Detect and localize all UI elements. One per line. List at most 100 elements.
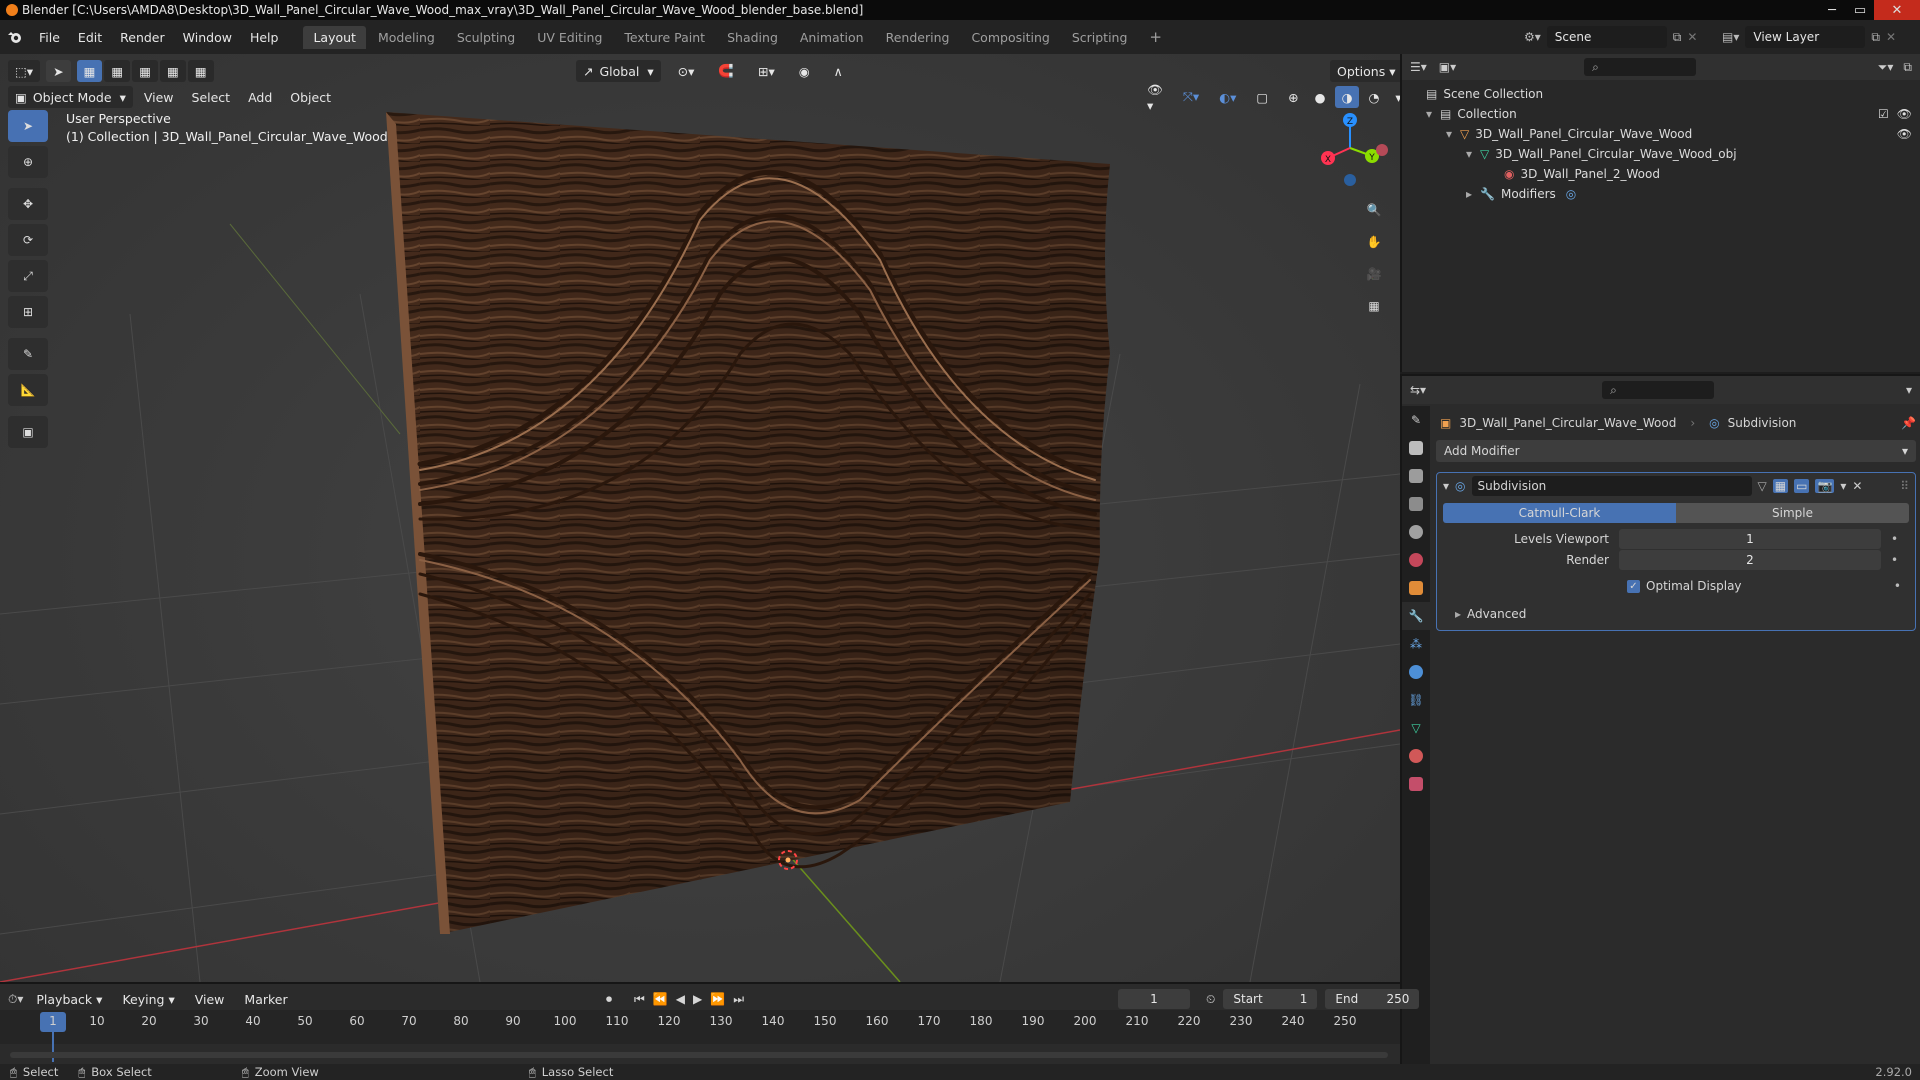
particles-tab-icon[interactable]: ⁂ (1402, 630, 1430, 658)
jump-start-icon[interactable]: ⏮ (634, 992, 645, 1007)
start-frame-field[interactable]: Start 1 (1223, 989, 1318, 1009)
viewport-scene[interactable] (0, 54, 1400, 982)
gizmo-toggle-icon[interactable]: ⤧▾ (1176, 86, 1206, 108)
move-tool-icon[interactable]: ✥ (8, 188, 48, 220)
scale-tool-icon[interactable]: ⤢ (8, 260, 48, 292)
modifier-menu-icon[interactable]: ▾ (1840, 479, 1846, 493)
marker-menu[interactable]: Marker (237, 988, 294, 1010)
menu-help[interactable]: Help (241, 30, 288, 45)
navigation-gizmo[interactable]: Z Y X (1310, 108, 1390, 188)
tab-rendering[interactable]: Rendering (876, 26, 960, 49)
remove-scene-icon[interactable]: ✕ (1687, 30, 1697, 44)
properties-search-input[interactable]: ⌕ (1602, 381, 1715, 399)
measure-tool-icon[interactable]: 📐 (8, 374, 48, 406)
render-toggle-icon[interactable]: 📷 (1815, 479, 1835, 493)
solid-shading-icon[interactable]: ● (1308, 86, 1333, 108)
timeline-scrollbar[interactable] (10, 1052, 1388, 1058)
select-mode-button[interactable]: ➤ (46, 60, 71, 82)
render-tab-icon[interactable] (1402, 434, 1430, 462)
cage-toggle-icon[interactable]: ▦ (1772, 479, 1789, 493)
advanced-subpanel-header[interactable]: ▸ Advanced (1437, 604, 1915, 624)
texture-tab-icon[interactable] (1402, 770, 1430, 798)
play-icon[interactable]: ▶ (693, 992, 702, 1006)
outliner-editor-type-icon[interactable]: ☰▾ (1410, 60, 1427, 74)
simple-option[interactable]: Simple (1676, 503, 1909, 523)
menu-window[interactable]: Window (174, 30, 241, 45)
perspective-grid-icon[interactable]: ▦ (1358, 290, 1390, 322)
render-levels-field[interactable]: 2 (1619, 550, 1881, 570)
object-tab-icon[interactable] (1402, 574, 1430, 602)
annotate-tool-icon[interactable]: ✎ (8, 338, 48, 370)
view-layer-icon[interactable]: ▤▾ (1722, 30, 1739, 44)
keyframe-dot-icon[interactable]: • (1891, 532, 1898, 546)
pan-hand-icon[interactable]: ✋ (1358, 226, 1390, 258)
edit-mode-toggle-icon[interactable]: ▽ (1758, 479, 1767, 493)
snap-icon[interactable]: 🧲 (711, 60, 741, 82)
tab-layout[interactable]: Layout (303, 25, 366, 49)
end-frame-field[interactable]: End 250 (1325, 989, 1420, 1009)
eye-icon[interactable]: 👁 (1897, 107, 1912, 121)
outliner-row-mesh[interactable]: ▾ ▽ 3D_Wall_Panel_Circular_Wave_Wood_obj (1402, 144, 1920, 164)
menu-edit[interactable]: Edit (69, 30, 111, 45)
record-icon[interactable]: ⏺ (606, 992, 612, 1007)
outliner-row-modifiers[interactable]: ▸ 🔧 Modifiers ◎ (1402, 184, 1920, 204)
tab-texture-paint[interactable]: Texture Paint (614, 26, 715, 49)
menu-file[interactable]: File (30, 30, 69, 45)
menu-render[interactable]: Render (111, 30, 174, 45)
select-intersect-icon[interactable]: ▦ (187, 60, 214, 82)
expand-arrow-icon[interactable]: ▾ (1426, 107, 1432, 121)
viewport-display-toggle-icon[interactable]: ▭ (1794, 479, 1810, 493)
properties-options-icon[interactable]: ▾ (1906, 383, 1912, 397)
viewport-menu-view[interactable]: View (137, 86, 181, 108)
keyframe-dot-icon[interactable]: • (1891, 553, 1898, 567)
outliner-row-material[interactable]: ◉ 3D_Wall_Panel_2_Wood (1402, 164, 1920, 184)
transform-tool-icon[interactable]: ⊞ (8, 296, 48, 328)
levels-viewport-field[interactable]: 1 (1619, 529, 1881, 549)
cursor-tool-icon[interactable]: ⊕ (8, 146, 48, 178)
play-reverse-icon[interactable]: ◀ (676, 992, 685, 1006)
overlay-toggle-icon[interactable]: ◐▾ (1212, 86, 1243, 108)
collapse-arrow-icon[interactable]: ▾ (1443, 479, 1449, 493)
expand-arrow-icon[interactable]: ▸ (1466, 187, 1472, 201)
rendered-shading-icon[interactable]: ◔ (1361, 86, 1386, 108)
timeline-view-menu[interactable]: View (188, 988, 232, 1010)
playback-menu[interactable]: Playback ▾ (29, 988, 109, 1010)
keyframe-dot-icon[interactable]: • (1894, 579, 1901, 593)
outliner-row-object[interactable]: ▾ ▽ 3D_Wall_Panel_Circular_Wave_Wood 👁 (1402, 124, 1920, 144)
blender-menu-icon[interactable] (0, 30, 30, 44)
wall-panel-mesh[interactable] (386, 112, 1110, 934)
eye-icon[interactable]: 👁 (1897, 127, 1912, 141)
tab-shading[interactable]: Shading (717, 26, 788, 49)
proportional-falloff-icon[interactable]: ∧ (827, 60, 850, 82)
material-preview-shading-icon[interactable]: ◑ (1334, 86, 1360, 108)
viewport-menu-select[interactable]: Select (185, 86, 238, 108)
jump-end-icon[interactable]: ⏭ (733, 992, 744, 1007)
physics-tab-icon[interactable] (1402, 658, 1430, 686)
display-mode-icon[interactable]: ▣▾ (1439, 60, 1456, 74)
add-cube-tool-icon[interactable]: ▣ (8, 416, 48, 448)
rotate-tool-icon[interactable]: ⟳ (8, 224, 48, 256)
options-dropdown[interactable]: Options ▾ (1330, 60, 1400, 82)
filter-icon[interactable]: ⏷▾ (1878, 60, 1894, 75)
3d-viewport[interactable]: ⬚▾ ➤ ▦ ▦ ▦ ▦ ▦ ↗ Global ▾ ⊙▾ 🧲 ⊞▾ ◉ ∧ Op… (0, 54, 1400, 982)
viewport-menu-object[interactable]: Object (283, 86, 338, 108)
tab-modeling[interactable]: Modeling (368, 26, 445, 49)
remove-modifier-icon[interactable]: ✕ (1852, 479, 1862, 493)
zoom-icon[interactable]: 🔍 (1358, 194, 1390, 226)
select-subtract-icon[interactable]: ▦ (132, 60, 159, 82)
new-scene-icon[interactable]: ⧉ (1673, 30, 1682, 45)
optimal-display-checkbox[interactable]: ✓ (1627, 579, 1640, 593)
scene-icon[interactable]: ⚙▾ (1524, 30, 1541, 44)
mode-dropdown[interactable]: ▣ Object Mode ▾ (8, 86, 133, 108)
material-tab-icon[interactable] (1402, 742, 1430, 770)
add-modifier-dropdown[interactable]: Add Modifier ▾ (1436, 440, 1916, 462)
minimize-button[interactable]: ─ (1818, 0, 1846, 20)
tab-sculpting[interactable]: Sculpting (447, 26, 525, 49)
pin-icon[interactable]: 📌 (1901, 416, 1916, 430)
snap-target-icon[interactable]: ⊞▾ (751, 60, 782, 82)
add-workspace-button[interactable]: + (1139, 24, 1172, 50)
constraints-tab-icon[interactable]: ⛓ (1402, 686, 1430, 714)
tab-animation[interactable]: Animation (790, 26, 874, 49)
expand-arrow-icon[interactable]: ▾ (1466, 147, 1472, 161)
timeline-editor-type-icon[interactable]: ⏱▾ (8, 992, 23, 1007)
